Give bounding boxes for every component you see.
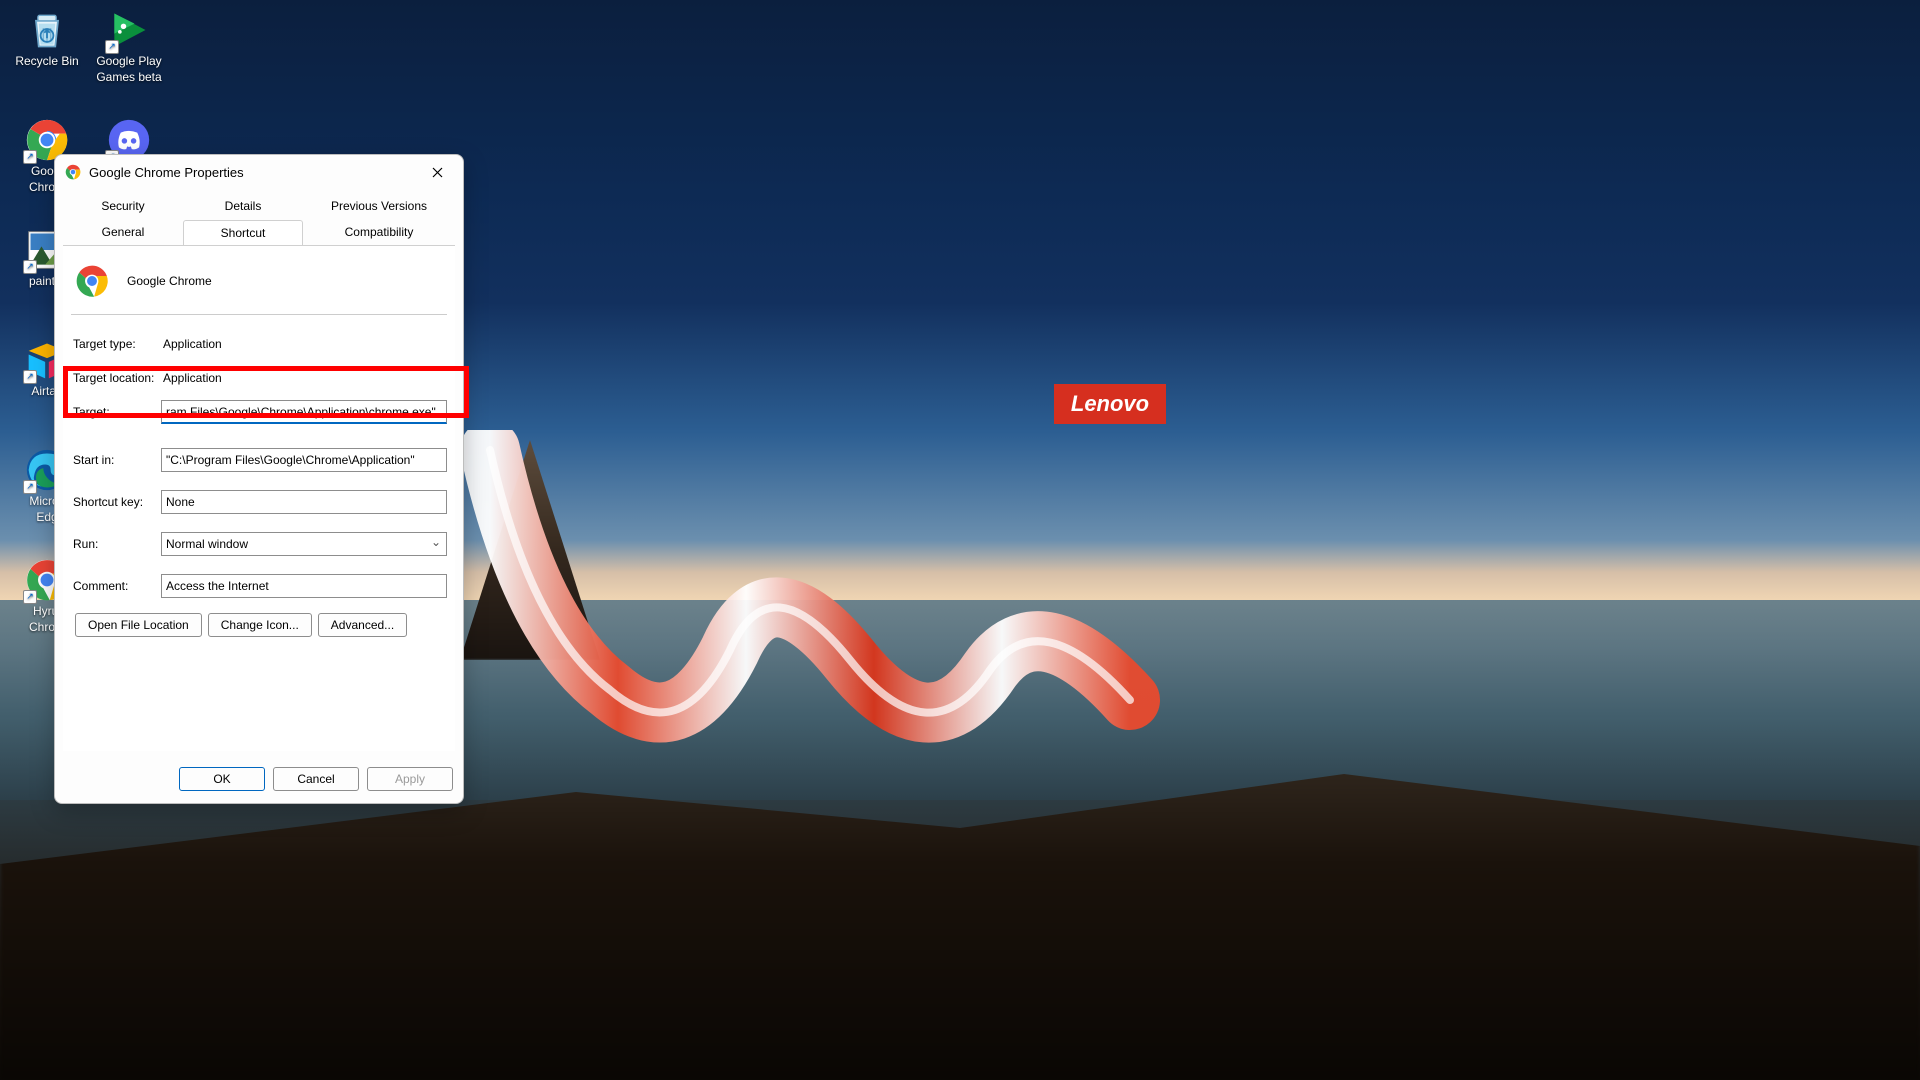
shortcut-key-input[interactable] [161, 490, 447, 514]
dialog-footer: OK Cancel Apply [55, 759, 463, 803]
advanced-button[interactable]: Advanced... [318, 613, 407, 637]
shortcut-arrow-icon: ↗ [23, 480, 37, 494]
start-in-input[interactable] [161, 448, 447, 472]
shortcut-key-label: Shortcut key: [71, 495, 161, 509]
desktop-icon-label: Recycle Bin [15, 54, 78, 70]
desktop-wallpaper[interactable]: Lenovo Recycle Bin ↗ Google Play Games b… [0, 0, 1920, 1080]
target-type-label: Target type: [71, 337, 161, 351]
shortcut-arrow-icon: ↗ [23, 260, 37, 274]
close-icon [432, 167, 443, 178]
tab-compatibility[interactable]: Compatibility [303, 219, 455, 245]
tab-shortcut[interactable]: Shortcut [183, 220, 303, 246]
run-select[interactable]: Normal window [161, 532, 447, 556]
target-type-value: Application [161, 337, 447, 351]
open-file-location-button[interactable]: Open File Location [75, 613, 202, 637]
close-button[interactable] [417, 158, 457, 186]
target-location-value: Application [161, 371, 447, 385]
tab-strip: Security Details Previous Versions Gener… [55, 189, 463, 245]
desktop-icon-google-play-games[interactable]: ↗ Google Play Games beta [90, 8, 168, 85]
comment-input[interactable] [161, 574, 447, 598]
tab-general[interactable]: General [63, 219, 183, 245]
run-label: Run: [71, 537, 161, 551]
tab-details[interactable]: Details [183, 193, 303, 219]
apply-button[interactable]: Apply [367, 767, 453, 791]
start-in-label: Start in: [71, 453, 161, 467]
chrome-icon [75, 264, 109, 298]
properties-dialog: Google Chrome Properties Security Detail… [54, 154, 464, 804]
target-label: Target: [71, 405, 161, 419]
target-input[interactable] [161, 400, 447, 424]
tab-panel-shortcut: Google Chrome Target type: Application T… [63, 245, 455, 751]
tab-security[interactable]: Security [63, 193, 183, 219]
desktop-icon-recycle-bin[interactable]: Recycle Bin [8, 8, 86, 70]
play-games-icon: ↗ [107, 8, 151, 52]
desktop-icon-label: Google Play Games beta [90, 54, 168, 85]
shortcut-arrow-icon: ↗ [23, 590, 37, 604]
dialog-titlebar[interactable]: Google Chrome Properties [55, 155, 463, 189]
change-icon-button[interactable]: Change Icon... [208, 613, 312, 637]
shortcut-arrow-icon: ↗ [23, 150, 37, 164]
target-location-label: Target location: [71, 371, 161, 385]
comment-label: Comment: [71, 579, 161, 593]
lenovo-logo: Lenovo [1054, 384, 1166, 424]
cancel-button[interactable]: Cancel [273, 767, 359, 791]
dialog-title: Google Chrome Properties [89, 165, 409, 180]
ok-button[interactable]: OK [179, 767, 265, 791]
shortcut-arrow-icon: ↗ [23, 370, 37, 384]
app-name-label: Google Chrome [127, 274, 212, 288]
tab-previous-versions[interactable]: Previous Versions [303, 193, 455, 219]
recycle-bin-icon [25, 8, 69, 52]
chrome-icon [65, 164, 81, 180]
shortcut-arrow-icon: ↗ [105, 40, 119, 54]
